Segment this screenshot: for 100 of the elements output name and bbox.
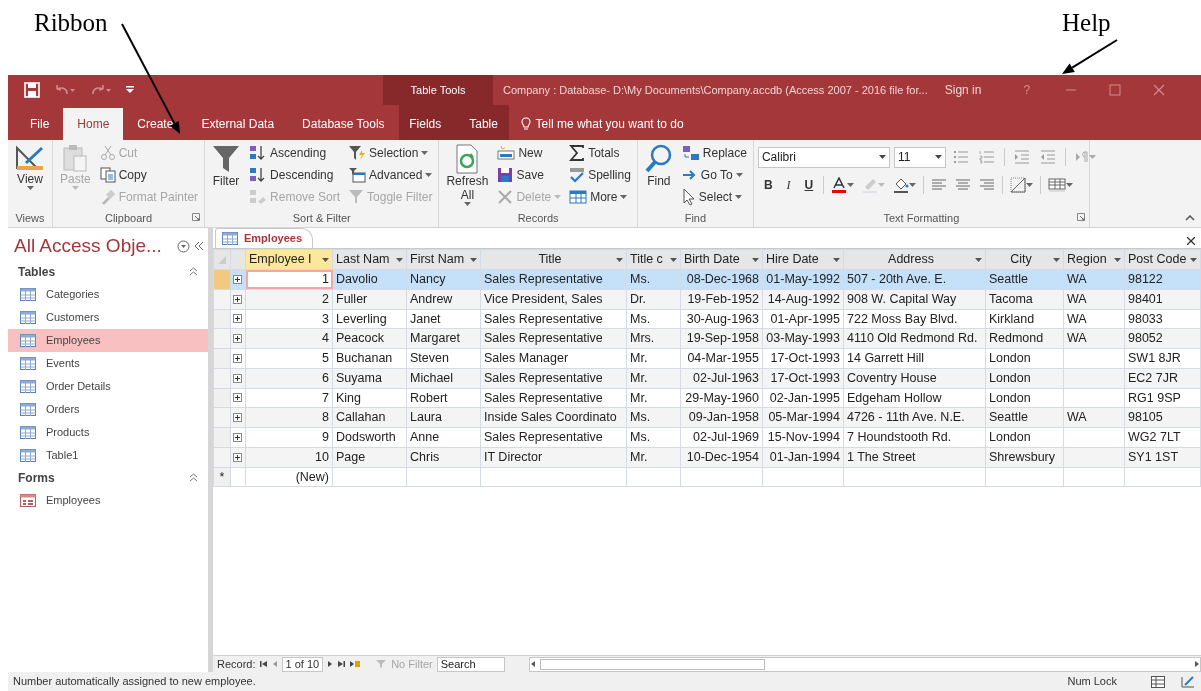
horizontal-scrollbar[interactable] [528, 656, 1201, 672]
table-cell: London [989, 390, 1031, 405]
lightbulb-icon [520, 117, 531, 131]
expand-button[interactable] [233, 452, 242, 462]
selection-button[interactable]: Selection [346, 142, 435, 164]
new-record-icon [349, 660, 362, 668]
ascending-button[interactable]: Ascending [247, 142, 343, 164]
align-right-icon [979, 179, 996, 191]
datasheet-view-button[interactable] [1151, 675, 1165, 688]
filter-button[interactable]: Filter [209, 142, 244, 210]
expand-button[interactable] [233, 314, 242, 324]
view-button[interactable]: View [12, 142, 48, 210]
dialog-launcher-button[interactable] [192, 213, 201, 221]
last-record-button[interactable] [337, 660, 346, 668]
caret-icon [1088, 155, 1096, 159]
column-header[interactable]: Birth Date [680, 249, 763, 270]
spelling-button[interactable]: Spelling [567, 164, 633, 186]
font-name-field[interactable]: Calibri [757, 146, 890, 168]
more-button[interactable]: More [567, 186, 633, 208]
table-icon [20, 402, 36, 416]
section-header[interactable]: Tables [18, 262, 56, 281]
first-icon [259, 660, 268, 668]
redo-button[interactable] [90, 83, 112, 97]
ribbon-tab[interactable]: Create [123, 108, 188, 140]
expand-button[interactable] [233, 274, 242, 284]
chevron-up-icon [1185, 215, 1195, 221]
caret-icon [470, 257, 477, 262]
select-button[interactable]: Select [679, 186, 749, 208]
text-style-button[interactable]: I [780, 174, 797, 196]
text-style-button[interactable]: B [757, 174, 779, 196]
totals-button[interactable]: Totals [567, 142, 633, 164]
ribbon-tab[interactable]: File [16, 108, 64, 140]
column-header[interactable]: Last Nam [332, 249, 407, 270]
navigation-item[interactable]: Orders [8, 397, 208, 421]
table-icon [20, 379, 36, 393]
navigation-item[interactable]: Employees [8, 488, 208, 512]
indent-icon [1013, 150, 1030, 164]
expand-button[interactable] [233, 334, 242, 344]
navigation-pane-title[interactable]: All Access Obje... [8, 232, 168, 261]
text-style-button[interactable]: U [798, 174, 820, 196]
tell-me-field[interactable]: Tell me what you want to do [535, 115, 684, 133]
ribbon-tab[interactable]: External Data [187, 108, 289, 140]
ribbon-tab[interactable]: Table [455, 108, 512, 140]
ribbon-tab[interactable]: Home [63, 108, 124, 140]
expand-button[interactable] [233, 373, 242, 383]
column-header[interactable]: Hire Date [762, 249, 844, 270]
find-button[interactable]: Find [641, 142, 676, 210]
descending-button[interactable]: Descending [247, 164, 343, 186]
replace-button[interactable]: Replace [679, 142, 749, 164]
next-record-button[interactable] [327, 660, 334, 668]
customize-toolbar-button[interactable] [126, 86, 134, 94]
column-header[interactable]: First Nam [406, 249, 481, 270]
save-record-button[interactable]: Save [495, 164, 564, 186]
expand-button[interactable] [233, 413, 242, 423]
expand-button[interactable] [233, 353, 242, 363]
previous-record-button[interactable] [271, 660, 278, 668]
document-tab[interactable]: Employees [215, 228, 314, 248]
section-header[interactable]: Forms [18, 468, 55, 487]
navigation-item[interactable]: Customers [8, 305, 208, 329]
caret-icon [735, 173, 743, 177]
navigation-item[interactable]: Order Details [8, 374, 208, 398]
sign-in-link[interactable]: Sign in [944, 81, 982, 99]
column-header[interactable]: Title [480, 249, 627, 270]
search-field[interactable]: Search [436, 656, 505, 672]
advanced-button[interactable]: Advanced [346, 164, 435, 186]
caret-icon [616, 257, 623, 262]
collapse-ribbon-button[interactable] [1185, 215, 1195, 221]
navigation-item[interactable]: Categories [8, 282, 208, 306]
table-cell: 17-Oct-1993 [770, 370, 840, 385]
ruler-pencil-icon [15, 144, 45, 172]
column-header[interactable]: Employee I [245, 249, 333, 270]
navigation-item[interactable]: Products [8, 420, 208, 444]
save-button[interactable] [24, 82, 40, 98]
new-record-button[interactable] [349, 660, 362, 668]
navigation-item[interactable]: Employees [8, 328, 208, 352]
new-record-button[interactable]: New [495, 142, 564, 164]
table-cell: 4110 Old Redmond Rd. [847, 331, 978, 346]
font-size-field[interactable]: 11 [893, 146, 946, 168]
caret-icon [670, 257, 677, 262]
plus-box-icon [233, 294, 242, 304]
column-header[interactable]: City [985, 249, 1064, 270]
column-header[interactable]: Address [843, 249, 986, 270]
go-to-button[interactable]: Go To [679, 164, 749, 186]
table-cell: 2 [322, 291, 329, 306]
first-record-button[interactable] [259, 660, 268, 668]
sigma-icon [569, 145, 586, 161]
refresh-all-button[interactable]: Refresh All [443, 142, 492, 210]
navigation-item[interactable]: Table1 [8, 443, 208, 467]
dialog-launcher-button[interactable] [1076, 213, 1085, 221]
copy-button[interactable]: Copy [97, 164, 201, 186]
navigation-item[interactable]: Events [8, 351, 208, 375]
record-position-field[interactable]: 1 of 10 [281, 656, 324, 672]
expand-button[interactable] [233, 432, 242, 442]
design-view-button[interactable] [1181, 675, 1195, 688]
column-header[interactable]: Title c [626, 249, 681, 270]
undo-button[interactable] [54, 83, 76, 97]
column-header[interactable]: Post Code [1124, 249, 1201, 270]
column-header[interactable]: Region [1063, 249, 1125, 270]
expand-button[interactable] [233, 393, 242, 403]
expand-button[interactable] [233, 294, 242, 304]
